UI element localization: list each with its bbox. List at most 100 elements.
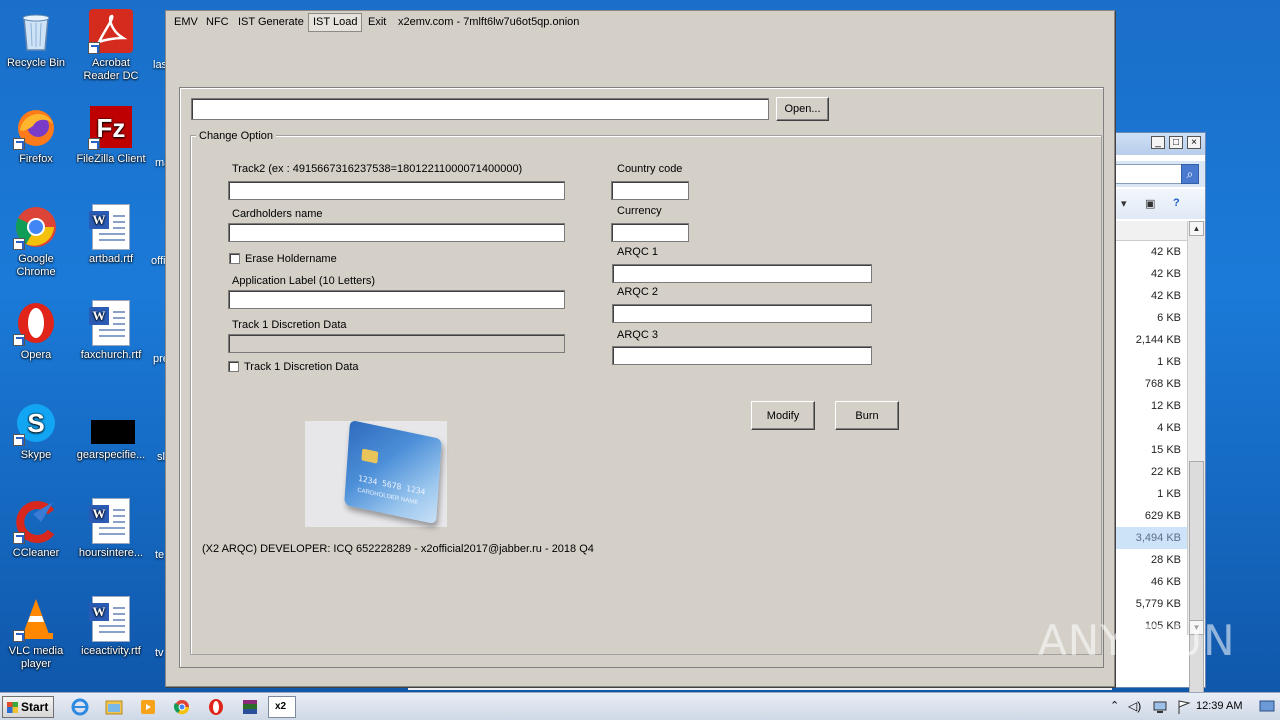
taskbar-winrar[interactable] — [236, 696, 264, 718]
file-size-cell[interactable]: 5,779 KB — [1111, 593, 1187, 615]
explorer-window[interactable]: _ □ × ⌕ ▾ ▣ ? 42 KB 42 KB 42 KB 6 KB 2,144 K… — [1110, 132, 1206, 701]
scroll-thumb[interactable] — [1189, 461, 1204, 701]
desktop-icon-acrobat[interactable]: Acrobat Reader DC — [73, 8, 149, 83]
taskbar-x2-app[interactable]: x2 — [268, 696, 296, 718]
file-size-cell[interactable]: 12 KB — [1111, 395, 1187, 417]
erase-holdername-label[interactable]: Erase Holdername — [245, 253, 337, 265]
taskbar-explorer[interactable] — [100, 696, 128, 718]
menu-nfc[interactable]: NFC — [201, 13, 234, 32]
taskbar: Start x2 ⌃ ◁) 12:39 AM — [0, 692, 1280, 720]
file-size-cell[interactable]: 42 KB — [1111, 263, 1187, 285]
close-icon[interactable]: × — [1187, 136, 1201, 149]
file-size-cell[interactable]: 768 KB — [1111, 373, 1187, 395]
desktop-icon-recycle-bin[interactable]: Recycle Bin — [0, 8, 74, 70]
taskbar-chrome[interactable] — [168, 696, 196, 718]
desktop-icon-skype[interactable]: S Skype — [0, 400, 74, 462]
show-desktop-icon[interactable] — [1258, 698, 1276, 714]
track1-discretion-label: Track 1 Discretion Data — [232, 319, 347, 331]
desktop-icon-opera[interactable]: Opera — [0, 300, 74, 362]
desktop-icon-google-chrome[interactable]: Google Chrome — [0, 204, 74, 279]
menu-exit[interactable]: Exit — [363, 13, 391, 32]
desktop-icon-label: Opera — [20, 349, 52, 361]
explorer-scrollbar[interactable]: ▲ ▼ — [1187, 221, 1205, 701]
chrome-icon — [13, 204, 59, 250]
file-size-cell[interactable]: 629 KB — [1111, 505, 1187, 527]
file-size-cell[interactable]: 6 KB — [1111, 307, 1187, 329]
preview-pane-icon[interactable]: ▣ — [1145, 197, 1155, 210]
action-center-flag-icon[interactable] — [1176, 699, 1192, 715]
media-player-icon — [141, 700, 155, 714]
chevron-down-icon[interactable]: ▾ — [1121, 197, 1127, 210]
cardholder-input[interactable] — [228, 223, 565, 242]
track2-input[interactable] — [228, 181, 565, 200]
country-code-input[interactable] — [611, 181, 689, 200]
file-size-cell[interactable]: 3,494 KB — [1111, 527, 1187, 549]
menu-ist-generate[interactable]: IST Generate — [233, 13, 309, 32]
file-size-cell[interactable]: 15 KB — [1111, 439, 1187, 461]
search-icon[interactable]: ⌕ — [1181, 164, 1199, 184]
clock[interactable]: 12:39 AM — [1196, 700, 1242, 712]
desktop-icon-vlc[interactable]: VLC media player — [0, 596, 74, 671]
arqc2-input[interactable] — [612, 304, 872, 323]
desktop-icon-ccleaner[interactable]: CCleaner — [0, 498, 74, 560]
credit-card-icon: 1234 5678 1234 CARDHOLDER NAME — [344, 419, 442, 525]
track1-discretion-checkbox[interactable] — [228, 361, 239, 372]
currency-input[interactable] — [611, 223, 689, 242]
desktop-icon-label: Recycle Bin — [6, 57, 66, 69]
burn-button[interactable]: Burn — [835, 401, 899, 430]
desktop-icon-hoursintere[interactable]: W hoursintere... — [73, 498, 149, 560]
arqc1-input[interactable] — [612, 264, 872, 283]
taskbar-opera[interactable] — [202, 696, 230, 718]
tray-expand-icon[interactable]: ⌃ — [1110, 699, 1126, 715]
application-label-input[interactable] — [228, 290, 565, 309]
scroll-up-icon[interactable]: ▲ — [1189, 221, 1204, 236]
desktop-icon-label-clipped: offi — [151, 255, 166, 267]
network-icon[interactable] — [1152, 699, 1168, 715]
change-option-title: Change Option — [196, 130, 276, 142]
explorer-search-input[interactable] — [1115, 164, 1183, 184]
word-document-icon: W — [88, 204, 134, 250]
maximize-icon[interactable]: □ — [1169, 136, 1183, 149]
open-button[interactable]: Open... — [776, 97, 829, 121]
desktop-icon-iceactivity[interactable]: W iceactivity.rtf — [73, 596, 149, 658]
menu-ist-load[interactable]: IST Load — [308, 13, 363, 32]
help-icon[interactable]: ? — [1173, 197, 1180, 209]
acrobat-icon — [88, 8, 134, 54]
card-chip-icon — [361, 448, 379, 464]
start-button[interactable]: Start — [2, 696, 54, 718]
desktop-icon-faxchurch[interactable]: W faxchurch.rtf — [73, 300, 149, 362]
file-size-cell[interactable]: 1 KB — [1111, 351, 1187, 373]
desktop-icon-gearspecifie[interactable]: gearspecifie... — [73, 400, 149, 462]
modify-button[interactable]: Modify — [751, 401, 815, 430]
taskbar-media-player[interactable] — [134, 696, 162, 718]
file-path-input[interactable] — [191, 98, 769, 120]
arqc3-input[interactable] — [612, 346, 872, 365]
file-size-cell[interactable]: 1 KB — [1111, 483, 1187, 505]
file-size-cell[interactable]: 4 KB — [1111, 417, 1187, 439]
desktop-icon-filezilla[interactable]: Fz FileZilla Client — [73, 104, 149, 166]
file-size-cell[interactable]: 2,144 KB — [1111, 329, 1187, 351]
black-thumbnail-icon — [88, 400, 135, 446]
explorer-titlebar[interactable]: _ □ × — [1111, 133, 1205, 155]
desktop-icon-label-clipped: sl — [157, 451, 165, 463]
desktop-icon-firefox[interactable]: Firefox — [0, 104, 74, 166]
menu-emv[interactable]: EMV — [169, 13, 203, 32]
desktop-icon-artbad[interactable]: W artbad.rtf — [73, 204, 149, 266]
explorer-toolbar: ▾ ▣ ? — [1111, 189, 1205, 219]
desktop-icon-label: FileZilla Client — [76, 153, 146, 165]
track1-discretion-check-label[interactable]: Track 1 Discretion Data — [244, 361, 359, 373]
explorer-column-header[interactable] — [1111, 221, 1187, 241]
desktop-icon-label: hoursintere... — [78, 547, 144, 559]
erase-holdername-checkbox[interactable] — [229, 253, 240, 264]
file-size-cell[interactable]: 22 KB — [1111, 461, 1187, 483]
application-label-label: Application Label (10 Letters) — [232, 275, 376, 287]
file-size-cell[interactable]: 42 KB — [1111, 241, 1187, 263]
taskbar-ie[interactable] — [66, 696, 94, 718]
file-size-cell[interactable]: 46 KB — [1111, 571, 1187, 593]
file-size-cell[interactable]: 28 KB — [1111, 549, 1187, 571]
file-size-cell[interactable]: 42 KB — [1111, 285, 1187, 307]
shortcut-arrow-icon — [13, 434, 25, 446]
minimize-icon[interactable]: _ — [1151, 136, 1165, 149]
volume-icon[interactable]: ◁) — [1128, 699, 1144, 715]
arqc3-label: ARQC 3 — [617, 329, 658, 341]
